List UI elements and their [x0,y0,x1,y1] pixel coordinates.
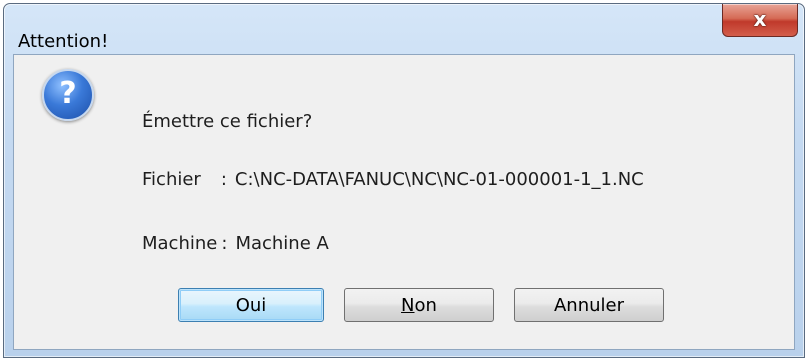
close-button[interactable]: x [722,4,798,37]
machine-colon: : [221,233,228,254]
dialog-title: Attention! [18,31,109,52]
title-bar[interactable]: Attention! x [4,4,804,54]
no-button-label-rest: on [414,294,437,316]
no-button[interactable]: Non [344,288,494,322]
file-row: Fichier: C:\NC-DATA\FANUC\NC\NC-01-000001… [142,169,644,190]
file-label: Fichier [142,169,201,190]
file-path-value: C:\NC-DATA\FANUC\NC\NC-01-000001-1_1.NC [234,169,644,190]
cancel-button[interactable]: Annuler [514,288,664,322]
dialog-body: ? Émettre ce fichier? Fichier: C:\NC-DATA… [13,54,795,350]
machine-label: Machine [142,233,218,254]
dialog-window: Attention! x ? Émettre ce fichier? Fichi… [3,3,805,358]
yes-button[interactable]: Oui [178,288,324,322]
no-button-mnemonic: N [401,294,415,316]
question-icon: ? [42,69,94,121]
close-icon: x [753,7,767,31]
no-button-label: Non [401,295,437,316]
machine-row: Machine: Machine A [142,233,329,254]
yes-button-label: Oui [235,294,267,316]
cancel-button-label: Annuler [553,294,624,316]
file-colon: : [220,169,227,190]
question-mark-glyph: ? [59,76,77,111]
machine-value: Machine A [235,233,329,254]
message-question: Émettre ce fichier? [142,111,313,132]
